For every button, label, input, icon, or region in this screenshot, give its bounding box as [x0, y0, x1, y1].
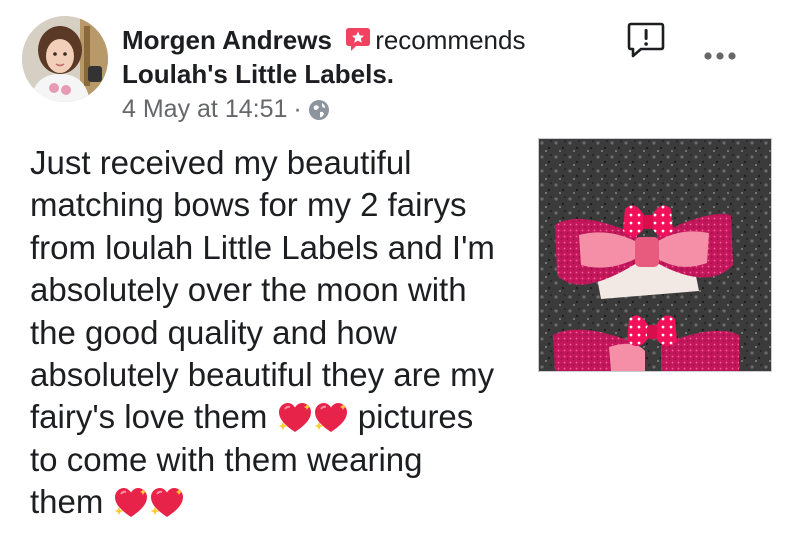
post-text-segment: fairy's love them [30, 398, 268, 436]
post-timestamp[interactable]: 4 May at 14:51 [122, 95, 287, 123]
page-name-link[interactable]: Loulah's Little Labels. [122, 58, 394, 90]
post-text-segment: them [30, 483, 104, 521]
post-meta: 4 May at 14:51 · [122, 94, 330, 124]
post-text-line: them [30, 481, 530, 523]
bows-photo [539, 139, 771, 371]
post-text-line: fairy's love them pictures [30, 396, 530, 438]
post-text-line: absolutely over the moon with [30, 271, 467, 309]
globe-icon [308, 98, 330, 120]
sparkling-heart-icon [313, 400, 349, 436]
post-text-line: from loulah Little Labels and I'm [30, 228, 495, 266]
post-header: Morgen Andrews recommends [122, 24, 525, 56]
sparkling-heart-icon [149, 485, 185, 521]
post-text-line: to come with them wearing [30, 440, 423, 478]
avatar[interactable] [22, 16, 108, 102]
action-text: recommends [375, 25, 526, 55]
post-text-line: Just received my beautiful [30, 144, 412, 181]
post-text-segment: pictures [357, 398, 474, 436]
post-text: Just received my beautiful matching bows… [30, 142, 530, 524]
post-text-line: absolutely beautiful they are my [30, 356, 495, 394]
meta-separator: · [293, 95, 302, 123]
author-name[interactable]: Morgen Andrews [122, 25, 332, 55]
report-icon[interactable] [626, 20, 666, 60]
sparkling-heart-icon [277, 400, 313, 436]
recommend-badge-icon [345, 26, 371, 52]
post-text-line: the good quality and how [30, 313, 397, 351]
post-photo[interactable] [538, 138, 772, 372]
avatar-photo [22, 16, 108, 102]
post-text-line: matching bows for my 2 fairys [30, 186, 467, 224]
more-options-icon[interactable] [700, 44, 740, 68]
sparkling-heart-icon [113, 485, 149, 521]
